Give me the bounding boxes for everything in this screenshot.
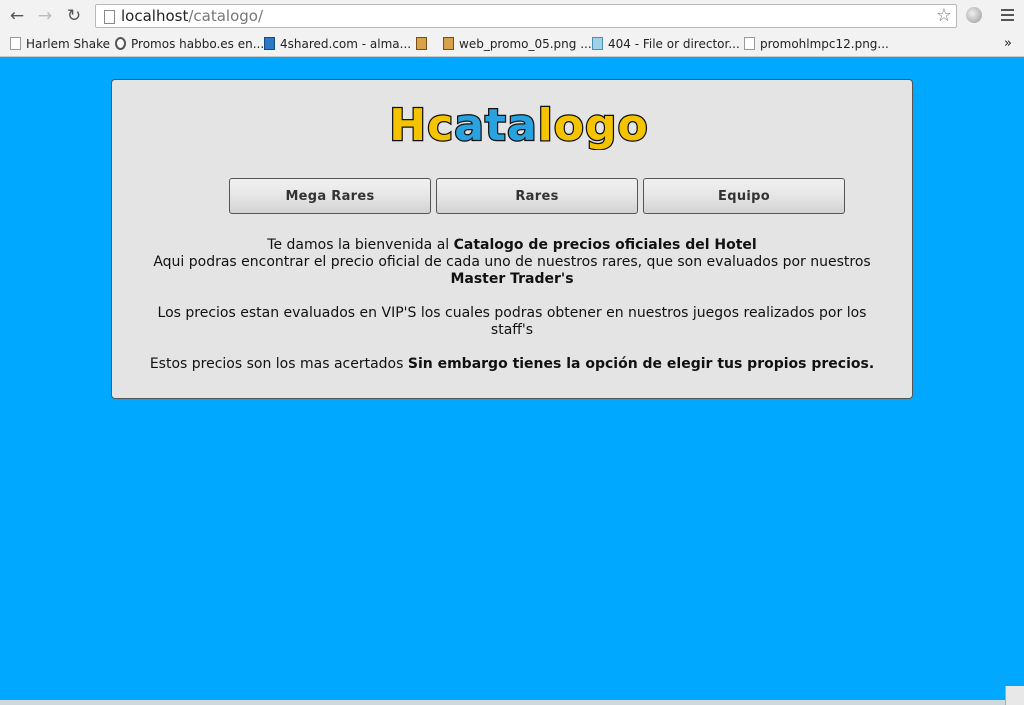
intro-line: Aqui podras encontrar el precio oficial …	[153, 254, 871, 270]
scroll-corner	[1005, 686, 1024, 705]
bookmark-item[interactable]: promohlmpc12.png...	[744, 36, 889, 52]
site-logo[interactable]: Hcatalogo	[389, 100, 649, 150]
taskbar-edge	[0, 700, 1024, 705]
content-panel: Hcatalogo Mega Rares Rares Equipo Te dam…	[111, 79, 913, 399]
bookmark-item[interactable]: 404 - File or director...	[592, 36, 740, 52]
forward-arrow-icon[interactable]: →	[34, 6, 56, 26]
url-text: localhost/catalogo/	[121, 7, 264, 25]
back-arrow-icon[interactable]: ←	[6, 6, 28, 26]
reload-icon[interactable]: ↻	[63, 6, 85, 26]
welcome-bold: Catalogo de precios oficiales del Hotel	[453, 237, 757, 253]
box-icon	[416, 37, 427, 50]
menu-icon[interactable]	[1001, 9, 1014, 24]
extension-icon[interactable]	[966, 7, 982, 23]
bookmarks-overflow-button[interactable]: »	[1004, 36, 1012, 51]
bookmark-item[interactable]: Harlem Shake	[10, 36, 110, 52]
bookmark-item[interactable]: Promos habbo.es en...	[115, 36, 264, 52]
bookmark-star-icon[interactable]: ☆	[936, 5, 952, 26]
bookmark-item[interactable]: web_promo_05.png ...	[443, 36, 592, 52]
page-icon	[10, 37, 21, 50]
browser-toolbar: ← → ↻ localhost/catalogo/ ☆	[0, 0, 1024, 33]
prices-paragraph: Los precios estan evaluados en VIP'S los…	[157, 305, 867, 338]
bookmark-item[interactable]: 4shared.com - alma...	[264, 36, 411, 52]
address-bar[interactable]: localhost/catalogo/ ☆	[95, 4, 957, 28]
master-traders: Master Trader's	[450, 271, 574, 287]
welcome-text: Te damos la bienvenida al Catalogo de pr…	[142, 237, 882, 390]
box-icon	[443, 37, 454, 50]
page-icon	[104, 10, 115, 24]
nav-button-mega-rares[interactable]: Mega Rares	[229, 178, 431, 214]
nav-button-equipo[interactable]: Equipo	[643, 178, 845, 214]
nav-button-rares[interactable]: Rares	[436, 178, 638, 214]
accuracy-bold: Sin embargo tienes la opción de elegir t…	[407, 356, 875, 372]
globe-icon	[592, 37, 603, 50]
logo-text: Hcatalogo	[389, 100, 648, 150]
4shared-icon	[264, 37, 275, 50]
accuracy-prefix: Estos precios son los mas acertados	[149, 356, 408, 372]
bookmark-item[interactable]	[416, 36, 432, 52]
main-nav: Mega Rares Rares Equipo	[229, 178, 849, 216]
bookmarks-bar: Harlem Shake Promos habbo.es en... 4shar…	[0, 33, 1024, 57]
gear-icon	[115, 37, 126, 50]
page-icon	[744, 37, 755, 50]
welcome-prefix: Te damos la bienvenida al	[267, 237, 454, 253]
